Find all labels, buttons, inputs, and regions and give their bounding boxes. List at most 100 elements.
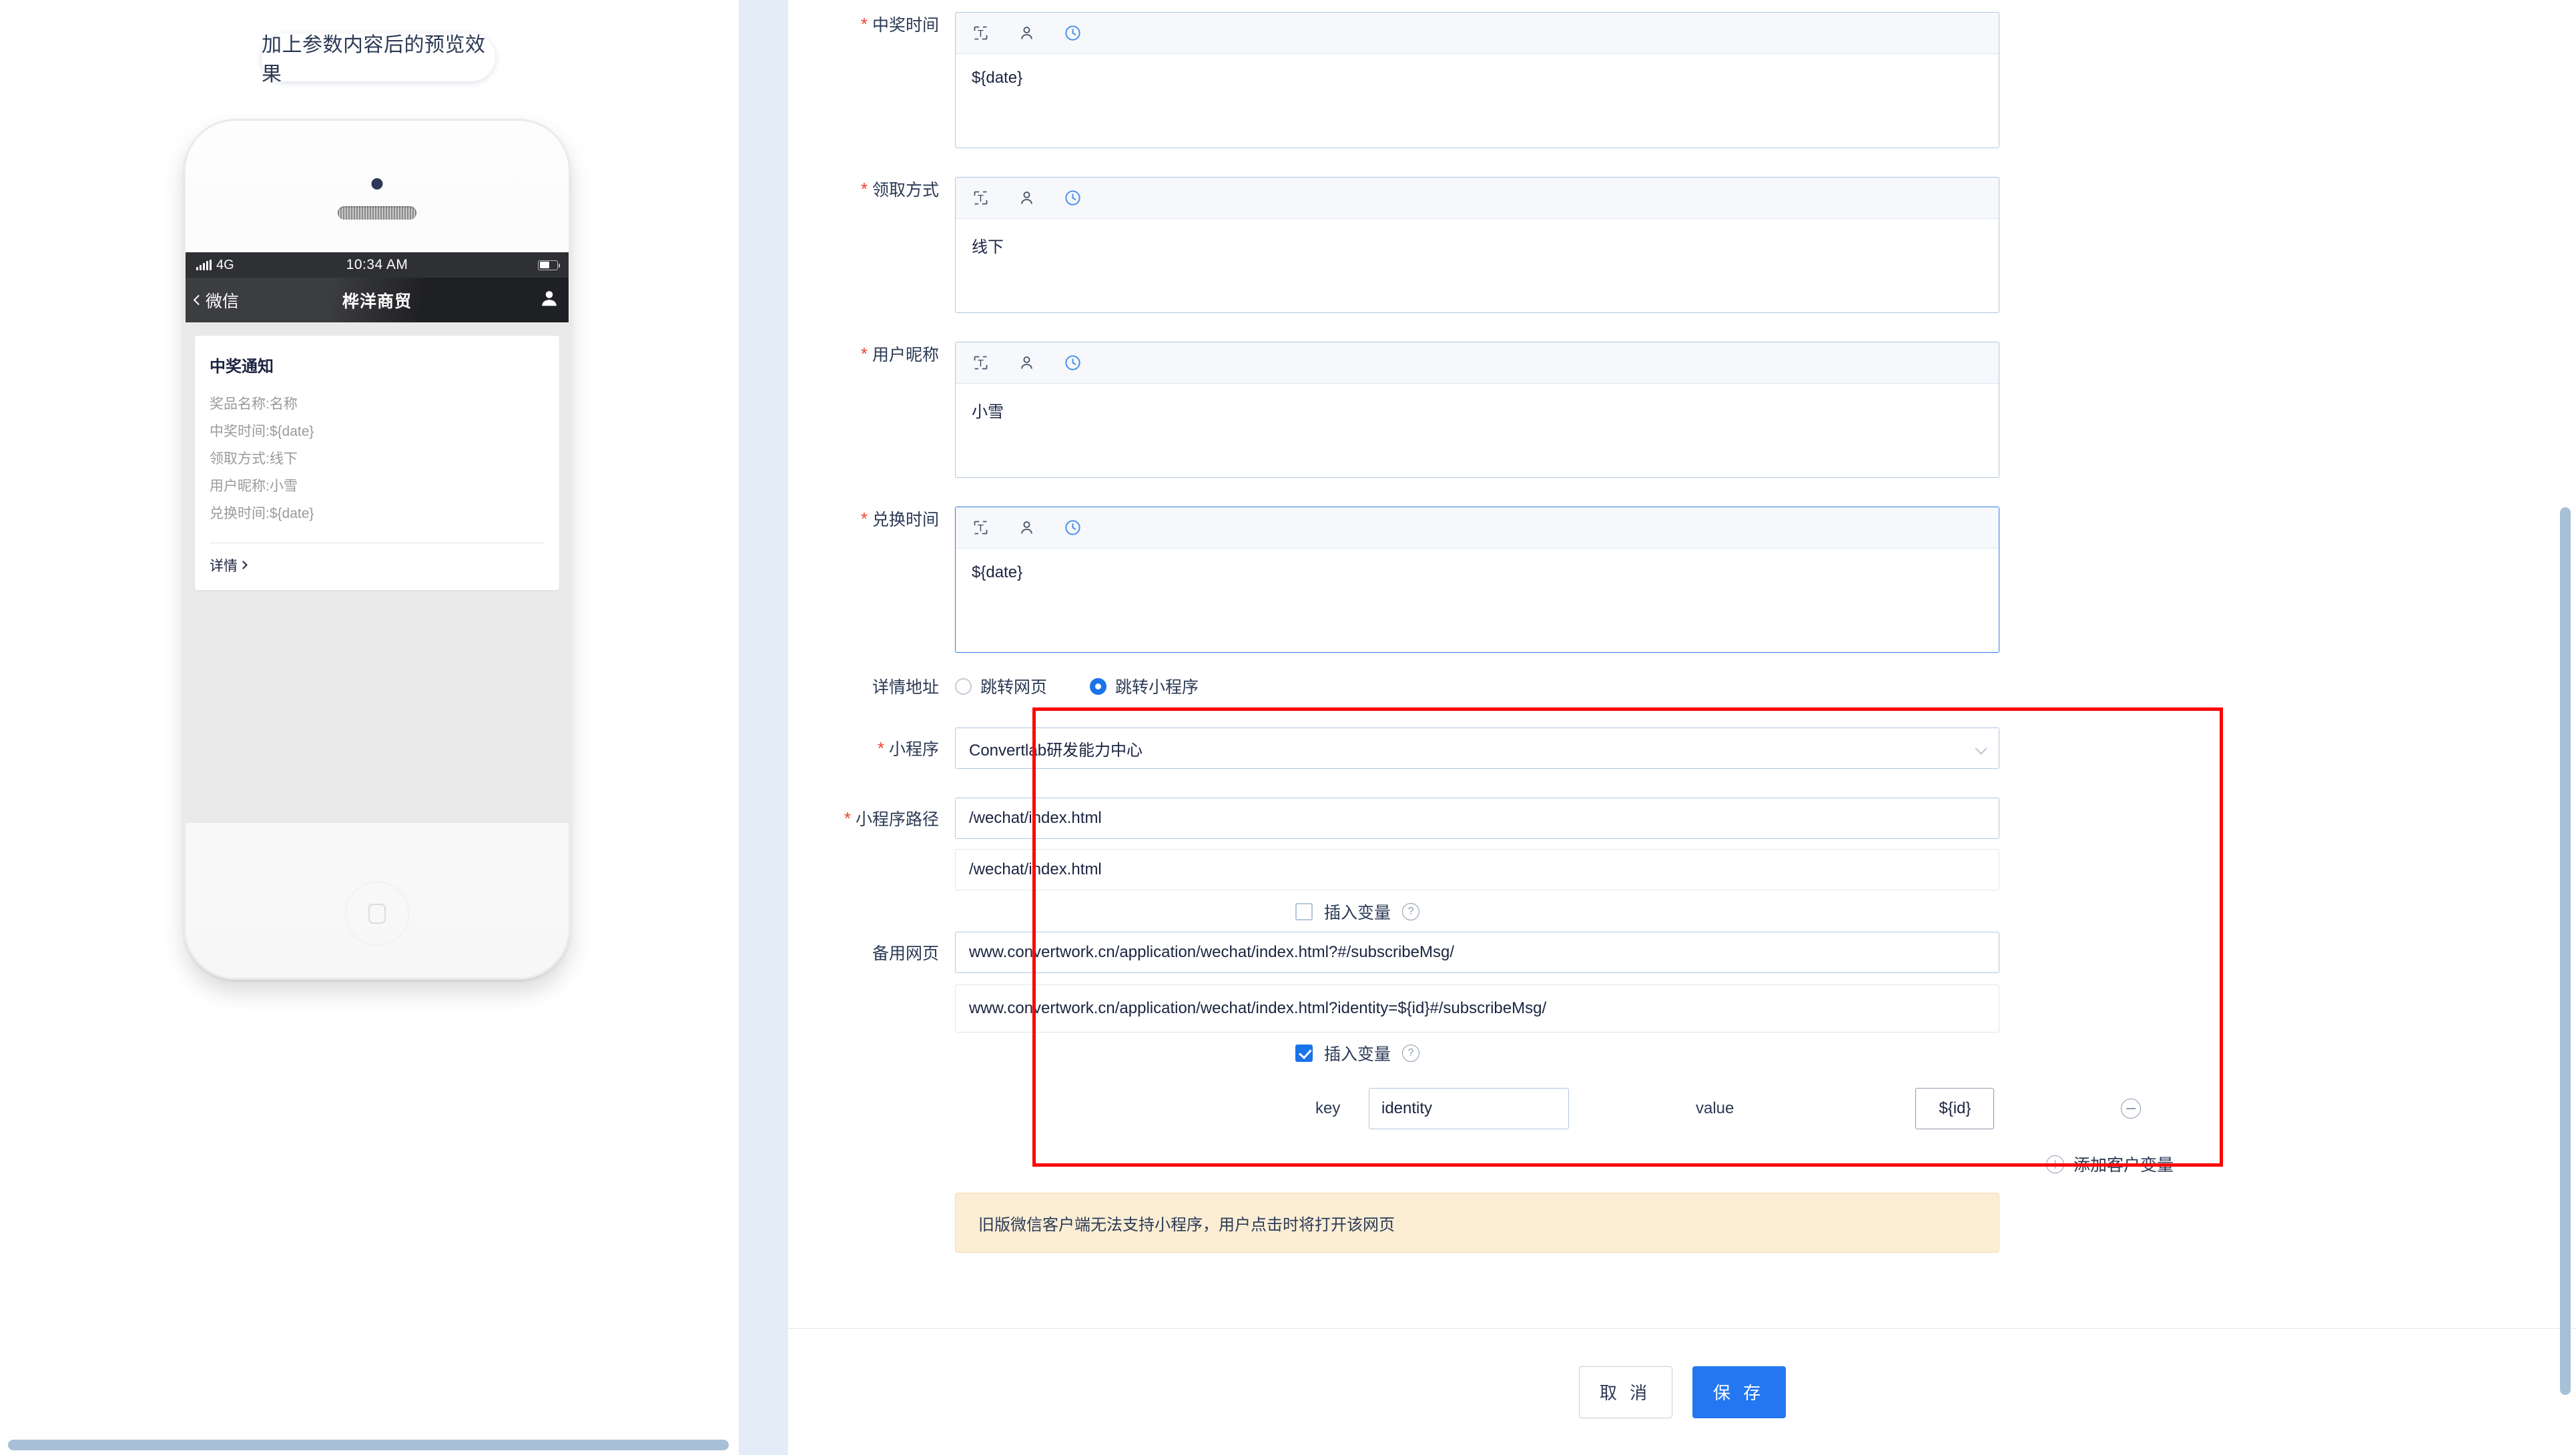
phone-home-button [345,882,409,946]
insert-text-variable-icon[interactable]: T [972,189,990,207]
radio-jump-webpage[interactable]: 跳转网页 [955,674,1047,698]
card-detail-link[interactable]: 详情 [210,555,545,575]
card-title: 中奖通知 [210,358,274,376]
phone-speaker-icon [338,206,416,220]
date-variable-icon[interactable] [1064,189,1082,207]
required-star: * [877,738,884,758]
field-row-detail-address: 详情地址 跳转网页 跳转小程序 [788,674,1199,698]
card-line: 用户昵称:小雪 [210,478,298,494]
editor-content-nickname[interactable]: 小雪 [956,384,1999,477]
legacy-client-warning: 旧版微信客户端无法支持小程序，用户点击时将打开该网页 [955,1193,1999,1253]
user-variable-icon[interactable] [1018,24,1036,42]
field-row-claim-method: * 领取方式 T 线下 [788,177,1999,313]
plus-circle-icon [2046,1155,2064,1173]
insert-text-variable-icon[interactable]: T [972,354,990,372]
required-star: * [844,808,851,828]
question-mark-icon[interactable]: ? [1402,1045,1420,1062]
insert-variable-checkbox-path[interactable] [1295,903,1313,920]
label-text: 小程序 [888,740,939,759]
miniprogram-select-value: Convertlab研发能力中心 [969,741,1143,760]
radio-circle-icon [1090,677,1107,695]
field-label-redeem-time: * 兑换时间 [788,507,955,531]
phone-screen: 4G 10:34 AM 微信 桦洋商贸 中奖通知 奖品名称:名称 中奖时间:${… [186,252,569,823]
insert-text-variable-icon[interactable]: T [972,519,990,537]
nav-title: 桦洋商贸 [342,292,412,311]
date-variable-icon[interactable] [1064,24,1082,42]
form-body: * 中奖时间 T ${date} * 领取方式 T 线下 * 用户昵称 T 小雪… [788,0,2576,1322]
editor-toolbar: T [956,342,1999,384]
radio-label: 跳转网页 [980,678,1048,697]
label-text: 领取方式 [872,181,939,200]
phone-nav-bar: 微信 桦洋商贸 [186,278,569,322]
variable-key-input[interactable]: identity [1369,1088,1569,1129]
required-star: * [860,14,868,34]
message-preview-wrap: 中奖通知 奖品名称:名称 中奖时间:${date} 领取方式:线下 用户昵称:小… [186,322,569,603]
field-row-win-time: * 中奖时间 T ${date} [788,12,1999,148]
backup-page-input[interactable]: www.convertwork.cn/application/wechat/in… [955,932,1999,973]
main-vertical-scrollbar[interactable] [2560,507,2571,1395]
card-line: 领取方式:线下 [210,451,298,467]
field-label-win-time: * 中奖时间 [788,12,955,36]
miniprogram-select[interactable]: Convertlab研发能力中心 [955,728,1999,769]
phone-mockup: 4G 10:34 AM 微信 桦洋商贸 中奖通知 奖品名称:名称 中奖时间:${… [184,119,571,980]
chevron-right-icon [239,561,248,570]
miniprogram-path-input[interactable]: /wechat/index.html [955,798,1999,839]
editor-content-claim-method[interactable]: 线下 [956,219,1999,312]
preview-horizontal-scrollbar[interactable] [8,1440,729,1450]
editor-toolbar: T [956,178,1999,219]
insert-variable-row-path: 插入变量 ? [1295,900,1420,924]
editor-content-win-time[interactable]: ${date} [956,54,1999,148]
field-row-backup-page: 备用网页 www.convertwork.cn/application/wech… [788,932,1999,973]
field-label-detail-address: 详情地址 [788,674,955,698]
save-button[interactable]: 保 存 [1692,1366,1786,1418]
card-detail-label: 详情 [210,558,238,574]
label-text: 中奖时间 [872,16,939,35]
user-variable-icon[interactable] [1018,519,1036,537]
panel-gutter [739,0,788,1455]
required-star: * [860,509,868,529]
date-variable-icon[interactable] [1064,354,1082,372]
field-label-claim-method: * 领取方式 [788,177,955,201]
user-avatar-icon[interactable] [539,288,559,312]
miniprogram-path-preview: /wechat/index.html [955,849,1999,890]
add-customer-variable-button[interactable]: 添加客户变量 [2046,1152,2174,1176]
rich-editor-win-time[interactable]: T ${date} [955,12,1999,148]
field-row-redeem-time: * 兑换时间 T ${date} [788,507,1999,653]
radio-jump-miniprogram[interactable]: 跳转小程序 [1090,674,1199,698]
label-text: 详情地址 [872,678,939,697]
insert-text-variable-icon[interactable]: T [972,24,990,42]
insert-variable-checkbox-backup[interactable] [1295,1045,1313,1062]
rich-editor-redeem-time[interactable]: T ${date} [955,507,1999,653]
preview-panel: 加上参数内容后的预览效果 4G 10:34 AM 微信 桦洋商贸 中奖通知 奖品… [0,0,739,1455]
editor-toolbar: T [956,507,1999,549]
editor-content-redeem-time[interactable]: ${date} [956,549,1999,652]
svg-text:T: T [978,523,984,534]
rich-editor-claim-method[interactable]: T 线下 [955,177,1999,313]
label-text: 备用网页 [872,944,939,963]
back-button[interactable]: 微信 [193,288,239,312]
variable-value-chip[interactable]: ${id} [1915,1088,1995,1129]
minus-circle-icon[interactable] [2121,1099,2142,1119]
backup-page-preview: www.convertwork.cn/application/wechat/in… [955,984,1999,1033]
wechat-template-card: 中奖通知 奖品名称:名称 中奖时间:${date} 领取方式:线下 用户昵称:小… [195,336,559,590]
home-square-icon [368,904,386,924]
user-variable-icon[interactable] [1018,189,1036,207]
backup-page-preview-wrap: www.convertwork.cn/application/wechat/in… [955,984,1999,1033]
network-label: 4G [216,257,234,272]
field-label-backup-page: 备用网页 [788,940,955,964]
insert-variable-label: 插入变量 [1324,1045,1391,1064]
insert-variable-row-backup: 插入变量 ? [1295,1041,1420,1065]
rich-editor-nickname[interactable]: T 小雪 [955,342,1999,478]
miniprogram-path-preview-wrap: /wechat/index.html [955,849,1999,890]
warning-banner-wrap: 旧版微信客户端无法支持小程序，用户点击时将打开该网页 [955,1193,1999,1253]
svg-text:T: T [978,194,984,204]
card-line: 奖品名称:名称 [210,396,298,412]
field-row-miniprogram-path: * 小程序路径 /wechat/index.html [788,798,1999,839]
form-panel: * 中奖时间 T ${date} * 领取方式 T 线下 * 用户昵称 T 小雪… [788,0,2576,1455]
value-label: value [1696,1099,1734,1117]
user-variable-icon[interactable] [1018,354,1036,372]
cancel-button[interactable]: 取 消 [1578,1366,1672,1418]
question-mark-icon[interactable]: ? [1402,903,1420,920]
date-variable-icon[interactable] [1064,519,1082,537]
battery-icon [538,260,561,270]
